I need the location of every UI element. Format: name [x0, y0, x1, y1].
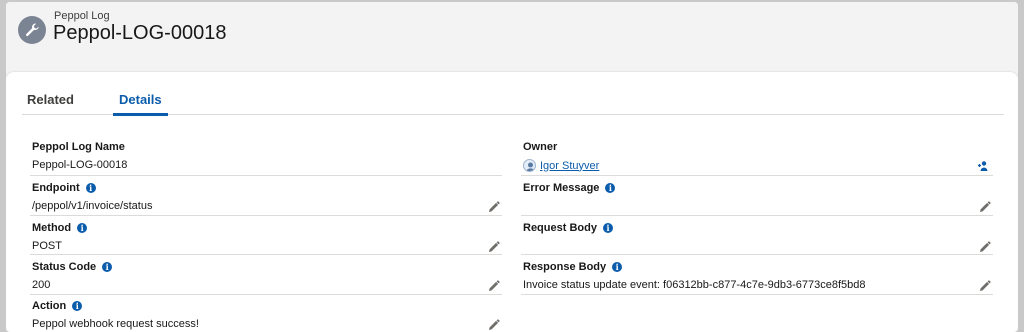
edit-pencil-icon[interactable] — [979, 280, 991, 292]
owner-link[interactable]: Igor Stuyver — [540, 160, 599, 172]
info-icon[interactable]: i — [612, 262, 623, 272]
field-endpoint: Endpoint i /peppol/v1/invoice/status — [30, 177, 502, 216]
record-header: Peppol Log Peppol-LOG-00018 — [6, 2, 1018, 72]
field-value: POST — [32, 240, 62, 252]
change-owner-icon[interactable] — [977, 160, 989, 172]
field-error-message: Error Message i — [521, 177, 993, 216]
field-peppol-log-name: Peppol Log Name Peppol-LOG-00018 — [30, 136, 502, 176]
tab-related[interactable]: Related — [27, 88, 74, 115]
user-avatar — [523, 159, 536, 172]
details-card: Related Details Peppol Log Name Peppol-L… — [6, 72, 1018, 332]
field-action: Action i Peppol webhook request success! — [30, 295, 502, 332]
page-title: Peppol-LOG-00018 — [53, 22, 227, 44]
tab-details-label: Details — [119, 92, 162, 107]
object-type-label: Peppol Log — [54, 10, 110, 22]
field-label: Owner — [523, 141, 558, 153]
info-icon[interactable]: i — [102, 262, 113, 272]
field-value: 200 — [32, 279, 51, 291]
field-value: Invoice status update event: f06312bb-c8… — [523, 279, 866, 291]
field-label: Endpoint — [32, 182, 80, 194]
active-tab-indicator — [113, 113, 168, 116]
field-label: Action — [32, 300, 67, 312]
field-label: Error Message — [523, 182, 600, 194]
field-value: Peppol webhook request success! — [32, 318, 199, 330]
info-icon[interactable]: i — [605, 183, 616, 193]
info-icon[interactable]: i — [85, 183, 96, 193]
field-label: Status Code — [32, 261, 97, 273]
field-response-body: Response Body i Invoice status update eve… — [521, 256, 993, 295]
field-value: /peppol/v1/invoice/status — [32, 200, 153, 212]
edit-pencil-icon[interactable] — [488, 241, 500, 253]
tab-bar: Related Details — [22, 88, 1004, 116]
screenshot-backdrop: Peppol Log Peppol-LOG-00018 Related Deta… — [0, 0, 1024, 332]
edit-pencil-icon[interactable] — [488, 319, 500, 331]
edit-pencil-icon[interactable] — [488, 201, 500, 213]
tab-details[interactable]: Details — [113, 88, 168, 116]
field-label: Method — [32, 222, 72, 234]
field-status-code: Status Code i 200 — [30, 256, 502, 295]
field-request-body: Request Body i — [521, 217, 993, 255]
wrench-icon — [18, 16, 46, 44]
edit-pencil-icon[interactable] — [979, 241, 991, 253]
field-method: Method i POST — [30, 217, 502, 255]
edit-pencil-icon[interactable] — [488, 280, 500, 292]
field-owner: Owner Igor Stuyver — [521, 136, 993, 176]
field-label: Peppol Log Name — [32, 141, 125, 153]
info-icon[interactable]: i — [77, 223, 88, 233]
record-page: Peppol Log Peppol-LOG-00018 Related Deta… — [6, 2, 1018, 332]
field-label: Request Body — [523, 222, 597, 234]
field-value: Peppol-LOG-00018 — [32, 159, 128, 171]
field-label: Response Body — [523, 261, 607, 273]
info-icon[interactable]: i — [72, 301, 83, 311]
info-icon[interactable]: i — [602, 223, 613, 233]
edit-pencil-icon[interactable] — [979, 201, 991, 213]
